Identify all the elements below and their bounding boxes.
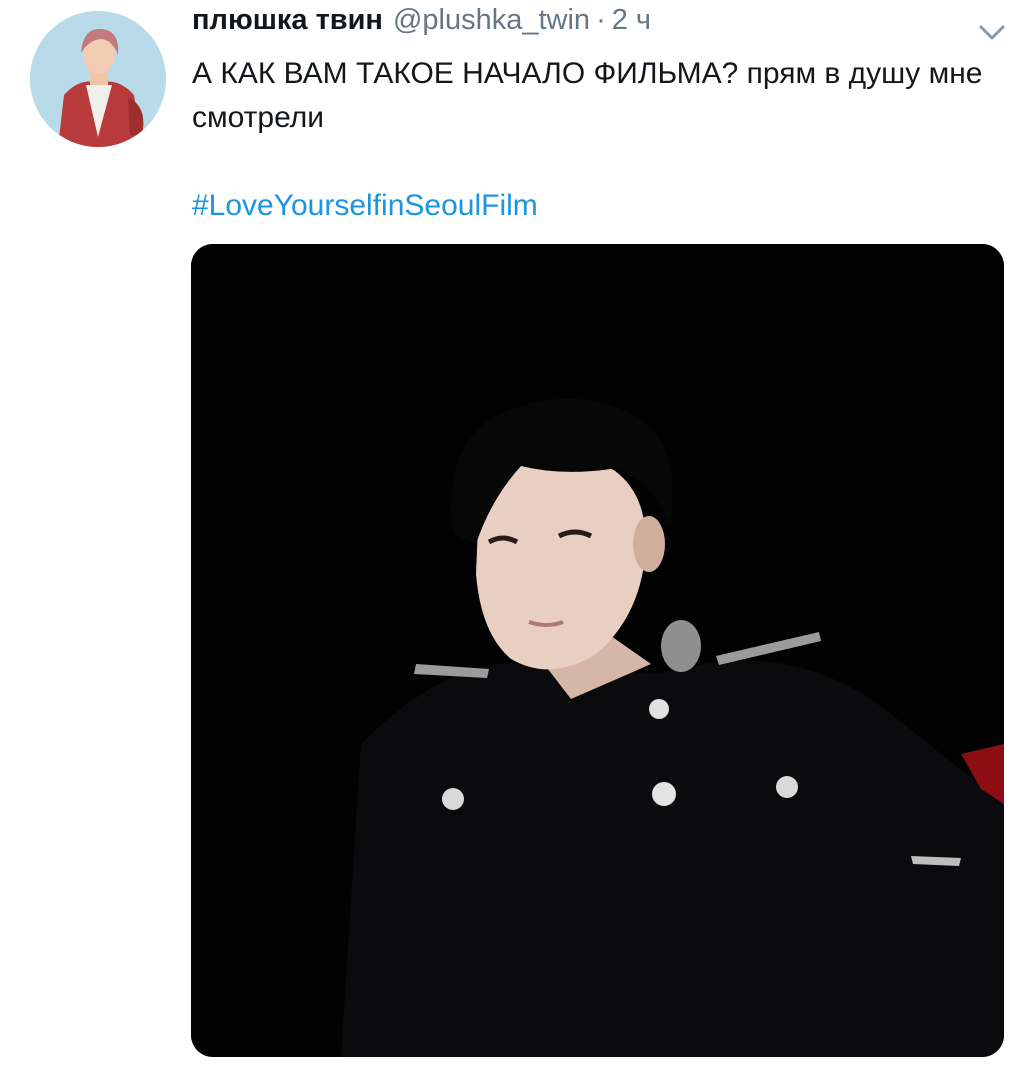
- user-handle[interactable]: @plushka_twin: [393, 4, 590, 37]
- hashtag-link[interactable]: #LoveYourselfinSeoulFilm: [192, 184, 538, 228]
- tweet: плюшка твин @plushka_twin · 2 ч А КАК ВА…: [0, 0, 1034, 1080]
- avatar[interactable]: [30, 11, 166, 147]
- tweet-text: А КАК ВАМ ТАКОЕ НАЧАЛО ФИЛЬМА? прям в ду…: [192, 57, 983, 134]
- display-name[interactable]: плюшка твин: [192, 4, 383, 37]
- timestamp[interactable]: 2 ч: [612, 4, 651, 37]
- chevron-down-icon[interactable]: [975, 18, 1009, 46]
- tweet-media[interactable]: [191, 244, 1004, 1057]
- separator-dot: ·: [596, 4, 606, 36]
- tweet-header: плюшка твин @plushka_twin · 2 ч: [192, 4, 651, 48]
